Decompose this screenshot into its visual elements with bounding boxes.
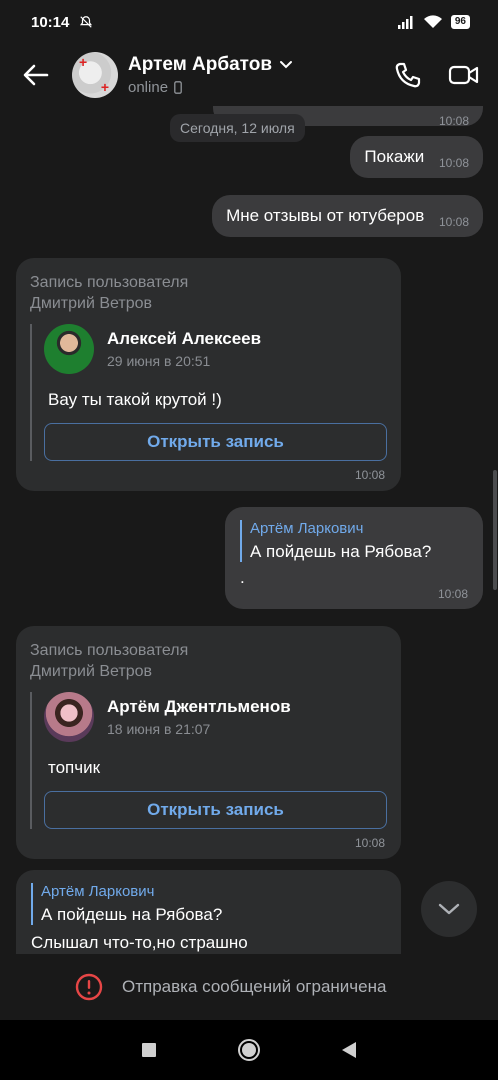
clock: 10:14 — [31, 13, 70, 31]
video-camera-icon — [448, 65, 479, 85]
messaging-restricted-banner: Отправка сообщений ограничена — [0, 954, 498, 1020]
restricted-text: Отправка сообщений ограничена — [122, 977, 387, 996]
reply-quote[interactable]: Артём Ларкович А пойдешь на Рябова? — [31, 883, 386, 925]
back-button[interactable] — [16, 55, 56, 95]
message-text: Покажи — [364, 147, 425, 166]
message-bubble-out[interactable]: Покажи 10:08 — [350, 136, 483, 178]
system-navigation-bar — [0, 1020, 498, 1080]
wall-post-owner[interactable]: Дмитрий Ветров — [30, 293, 387, 314]
post-text: Вау ты такой крутой !) — [48, 390, 222, 409]
message-time: 10:08 — [437, 587, 468, 601]
chat-header: Артем Арбатов online — [0, 44, 498, 106]
scrollbar[interactable] — [493, 470, 497, 590]
contact-avatar[interactable] — [72, 52, 118, 98]
post-author-avatar[interactable] — [44, 324, 94, 374]
message-time: 10:08 — [438, 215, 469, 229]
battery-indicator: 96 — [450, 15, 470, 29]
signal-icon — [397, 16, 413, 29]
wifi-icon — [423, 15, 442, 28]
post-author-name[interactable]: Артём Джентльменов — [107, 697, 291, 717]
wall-post-message[interactable]: Запись пользователя Дмитрий Ветров Артём… — [16, 626, 401, 859]
open-post-button[interactable]: Открыть запись — [44, 791, 387, 829]
post-date: 29 июня в 20:51 — [107, 353, 211, 369]
status-bar: 10:14 96 — [0, 0, 498, 44]
back-triangle-icon[interactable] — [341, 1041, 357, 1059]
date-separator: Сегодня, 12 июля — [170, 114, 305, 142]
message-time: 10:08 — [354, 836, 385, 850]
post-date: 18 июня в 21:07 — [107, 721, 211, 737]
message-time: 10:08 — [438, 114, 469, 128]
home-circle-icon[interactable] — [237, 1038, 261, 1062]
reply-quote-text: А пойдешь на Рябова? — [41, 905, 223, 924]
online-status: online — [128, 79, 169, 96]
contact-title[interactable]: Артем Арбатов online — [128, 54, 294, 96]
message-bubble-out[interactable]: Мне отзывы от ютуберов 10:08 — [212, 195, 483, 237]
contact-name: Артем Арбатов — [128, 54, 273, 75]
message-text: Слышал что-то,но страшно — [31, 933, 248, 952]
wall-post-message[interactable]: Запись пользователя Дмитрий Ветров Алекс… — [16, 258, 401, 491]
wall-post-label: Запись пользователя — [30, 642, 189, 659]
reply-author-name: Артём Ларкович — [41, 883, 155, 900]
open-post-button[interactable]: Открыть запись — [44, 423, 387, 461]
call-button[interactable] — [390, 57, 426, 93]
message-text: . — [240, 568, 245, 587]
reply-message-in[interactable]: Артём Ларкович А пойдешь на Рябова? Слыш… — [16, 870, 401, 954]
reply-quote[interactable]: Артём Ларкович А пойдешь на Рябова? — [240, 520, 468, 562]
message-text: Мне отзывы от ютуберов — [226, 206, 425, 225]
reply-author-name: Артём Ларкович — [250, 520, 364, 537]
message-time: 10:08 — [438, 156, 469, 170]
chevron-down-icon — [280, 61, 293, 69]
message-time: 10:08 — [354, 468, 385, 482]
post-author-name[interactable]: Алексей Алексеев — [107, 329, 261, 349]
phone-icon — [395, 62, 421, 88]
bell-off-icon — [80, 16, 93, 28]
post-text: топчик — [48, 758, 101, 777]
recents-square-icon[interactable] — [141, 1042, 157, 1058]
reply-quote-text: А пойдешь на Рябова? — [250, 542, 432, 561]
video-call-button[interactable] — [446, 57, 482, 93]
wall-post-label: Запись пользователя — [30, 274, 189, 291]
post-author-avatar[interactable] — [44, 692, 94, 742]
scroll-to-bottom-button[interactable] — [421, 881, 477, 937]
mobile-icon — [174, 81, 182, 94]
reply-message-out[interactable]: Артём Ларкович А пойдешь на Рябова? . 10… — [225, 507, 483, 609]
chevron-down-icon — [438, 903, 460, 915]
wall-post-owner[interactable]: Дмитрий Ветров — [30, 661, 387, 682]
warning-circle-icon — [75, 973, 103, 1001]
arrow-left-icon — [23, 64, 49, 86]
message-list[interactable]: 10:08 Сегодня, 12 июля Покажи 10:08 Мне … — [0, 106, 498, 954]
